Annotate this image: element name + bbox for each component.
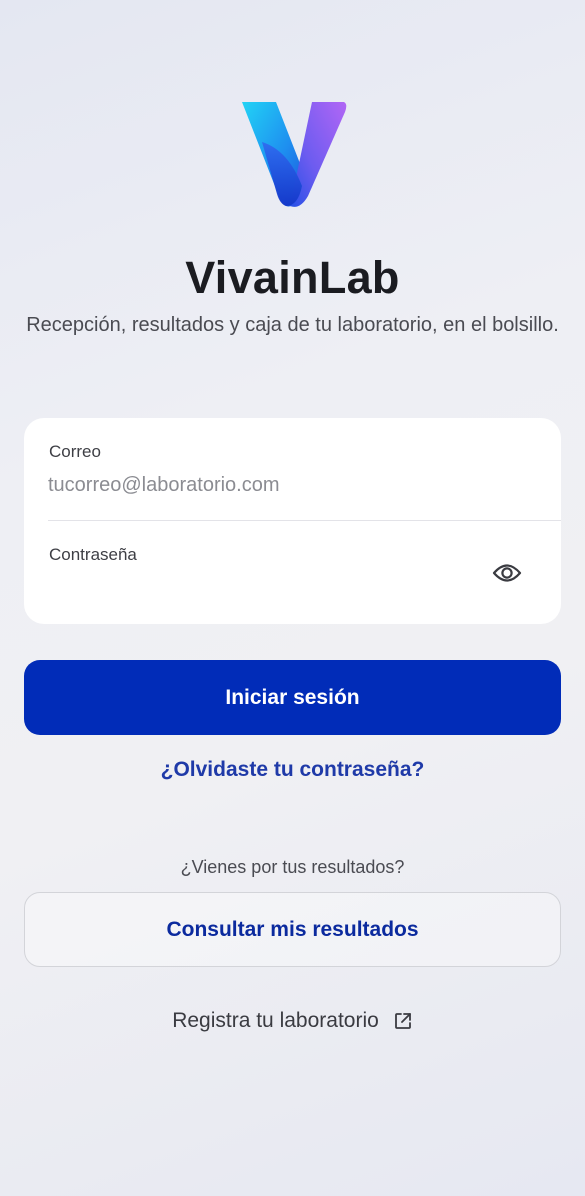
register-lab-label: Registra tu laboratorio bbox=[172, 1009, 379, 1032]
toggle-password-visibility-button[interactable] bbox=[489, 558, 525, 588]
app-tagline: Recepción, resultados y caja de tu labor… bbox=[26, 314, 559, 336]
view-results-button[interactable]: Consultar mis resultados bbox=[24, 892, 561, 967]
forgot-password-link[interactable]: ¿Olvidaste tu contraseña? bbox=[0, 758, 585, 782]
email-field[interactable] bbox=[48, 470, 478, 500]
field-divider bbox=[48, 520, 561, 521]
register-lab-link[interactable]: Registra tu laboratorio bbox=[0, 1009, 585, 1033]
eye-icon bbox=[492, 564, 522, 582]
password-label: Contraseña bbox=[49, 545, 137, 564]
vivainlab-logo bbox=[242, 102, 347, 207]
password-field[interactable] bbox=[48, 573, 478, 603]
email-label: Correo bbox=[49, 442, 101, 461]
results-question: ¿Vienes por tus resultados? bbox=[180, 857, 405, 877]
app-title: VivainLab bbox=[185, 252, 400, 303]
external-link-icon bbox=[394, 1013, 411, 1029]
login-button[interactable]: Iniciar sesión bbox=[24, 660, 561, 735]
login-card: Correo Contraseña bbox=[24, 418, 561, 624]
